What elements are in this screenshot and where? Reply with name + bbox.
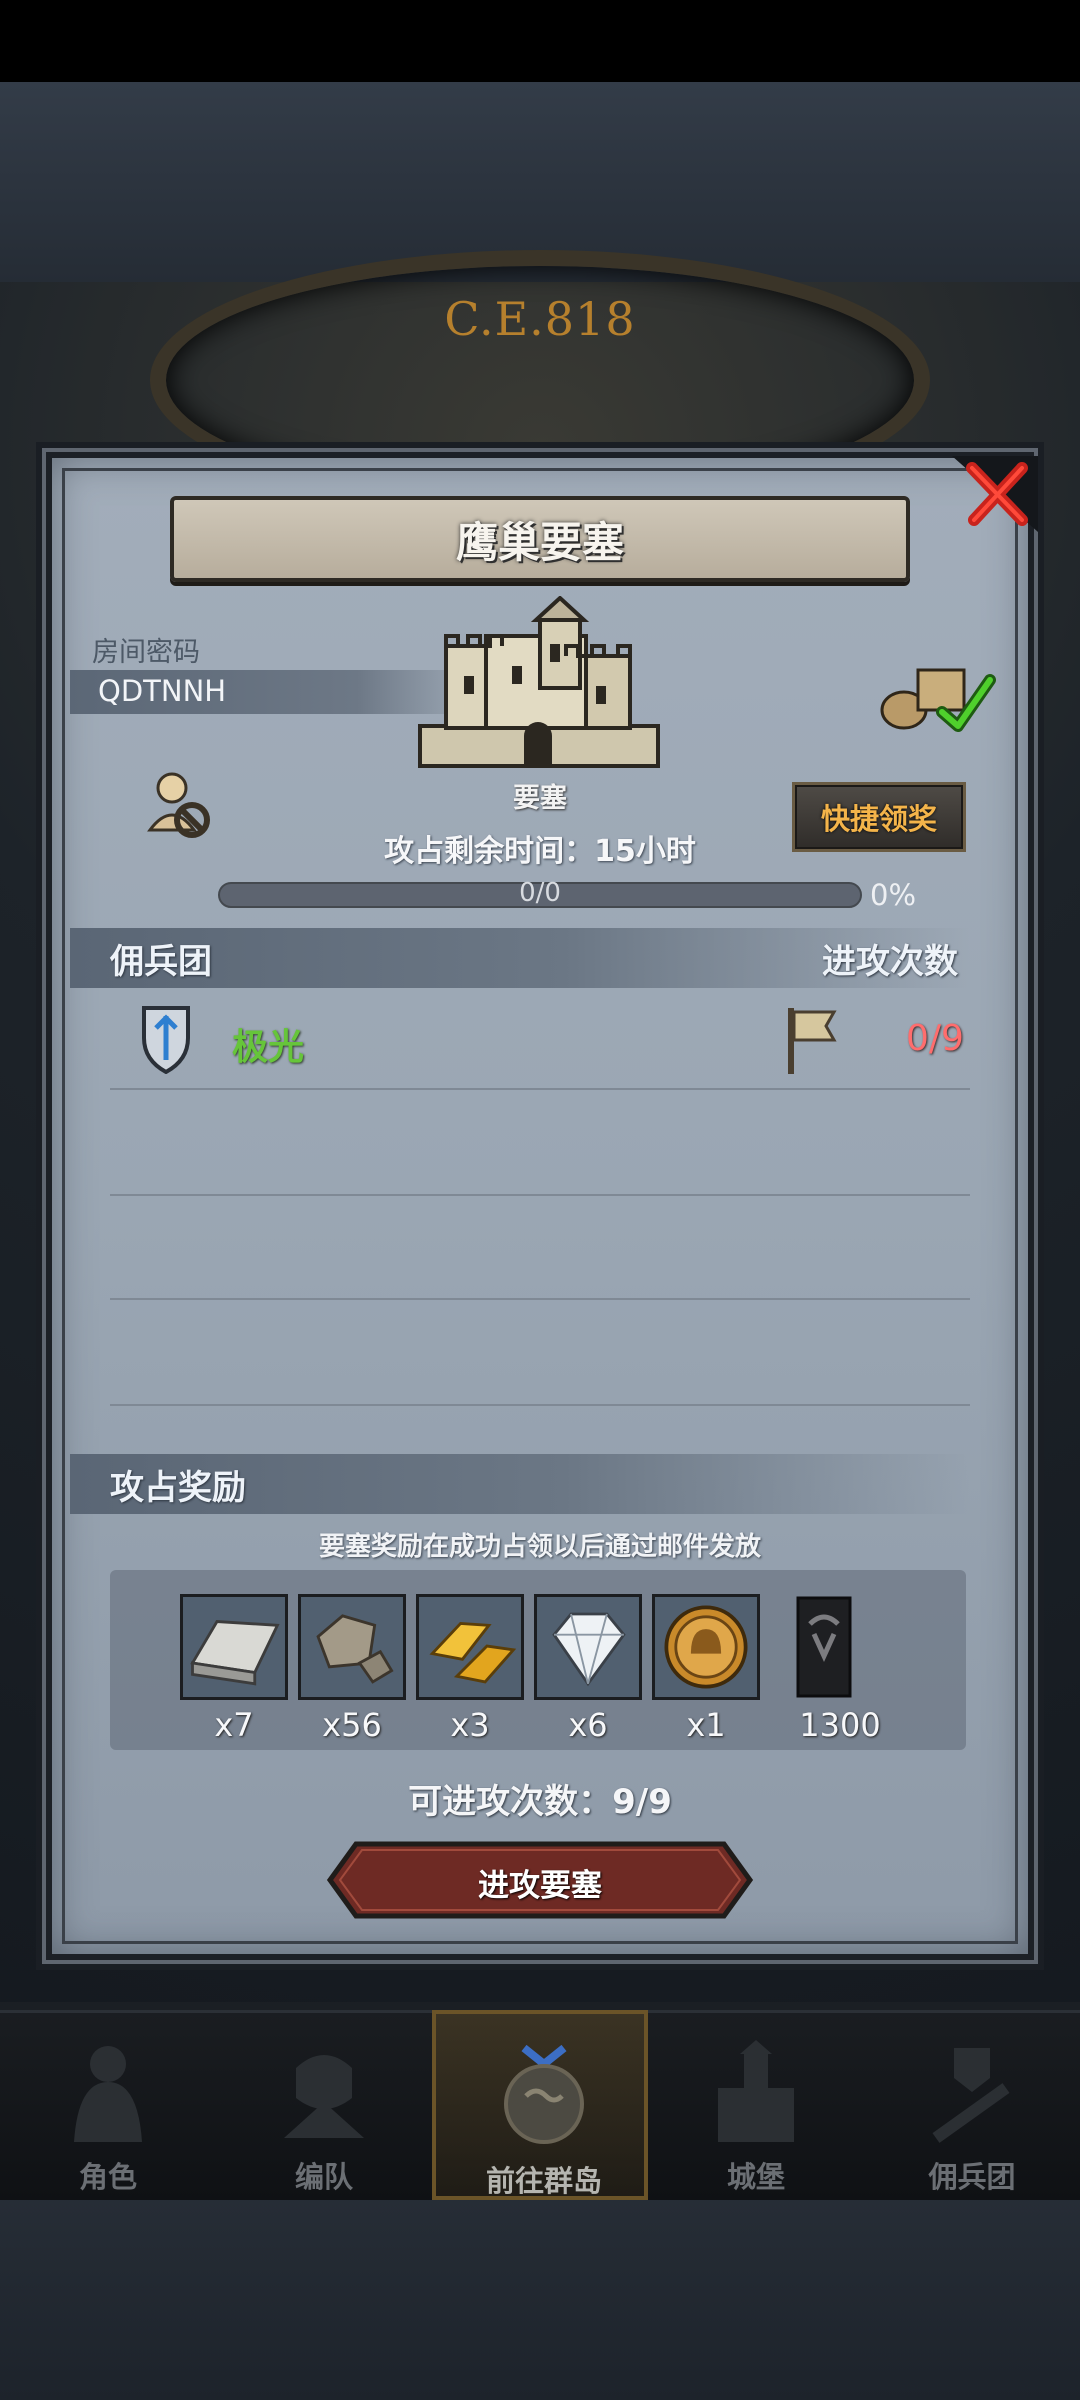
- reward-bag-check-icon[interactable]: [878, 662, 996, 732]
- nav-formation[interactable]: 编队: [216, 2010, 432, 2200]
- flag-icon: [788, 1008, 837, 1074]
- room-code[interactable]: QDTNNH: [98, 674, 226, 708]
- guild-shield-icon: [142, 1006, 190, 1074]
- bull-banner-icon[interactable]: [770, 1594, 878, 1700]
- nav-label: 角色: [78, 2160, 137, 2194]
- empty-row-divider: [110, 1404, 970, 1406]
- reward-qty: x1: [686, 1706, 726, 1744]
- capture-progress-percent: 0%: [870, 878, 917, 912]
- nav-label: 城堡: [726, 2160, 785, 2194]
- capture-progress-text: 0/0: [519, 878, 561, 908]
- fortress-icon[interactable]: [416, 596, 662, 770]
- reward-qty: x6: [568, 1706, 608, 1744]
- title-banner: 鹰巢要塞: [170, 496, 910, 582]
- diamond-icon[interactable]: [534, 1594, 642, 1700]
- attack-count-header: 进攻次数: [822, 942, 958, 982]
- capture-timer: 攻占剩余时间：15小时: [384, 834, 696, 869]
- attack-button-label: 进攻要塞: [478, 1868, 602, 1904]
- nav-character[interactable]: 角色: [0, 2010, 216, 2200]
- castle-icon: [718, 2040, 794, 2142]
- empty-row-divider: [110, 1298, 970, 1300]
- rewards-header: 攻占奖励: [110, 1468, 246, 1508]
- attack-fortress-button[interactable]: 进攻要塞: [326, 1840, 754, 1920]
- close-icon[interactable]: [952, 456, 1038, 532]
- status-bar: [0, 0, 1080, 82]
- character-icon: [74, 2046, 142, 2142]
- nav-castle[interactable]: 城堡: [648, 2010, 864, 2200]
- reward-qty: 1300: [799, 1706, 881, 1744]
- nav-label: 佣兵团: [928, 2160, 1016, 2194]
- reward-qty: x56: [322, 1706, 382, 1744]
- stone-ore-icon[interactable]: [298, 1594, 406, 1700]
- rewards-note: 要塞奖励在成功占领以后通过邮件发放: [318, 1532, 761, 1562]
- gold-bars-icon[interactable]: [416, 1594, 524, 1700]
- knight-medal-icon[interactable]: [652, 1594, 760, 1700]
- empty-row-divider: [110, 1194, 970, 1196]
- nav-islands[interactable]: 前往群岛: [432, 2010, 648, 2200]
- formation-icon: [284, 2055, 364, 2138]
- nav-label: 编队: [294, 2160, 353, 2194]
- nav-mercenary[interactable]: 佣兵团: [864, 2010, 1080, 2200]
- mercenary-header: 佣兵团: [110, 942, 212, 982]
- room-code-label: 房间密码: [92, 637, 200, 668]
- dialog-title: 鹰巢要塞: [455, 517, 624, 567]
- iron-ingot-icon[interactable]: [180, 1594, 288, 1700]
- era-label: C.E.818: [444, 292, 636, 346]
- reward-qty: x7: [214, 1706, 254, 1744]
- background-bottom: [0, 2200, 1080, 2400]
- reward-qty: x3: [450, 1706, 490, 1744]
- nav-label: 前往群岛: [485, 2164, 602, 2198]
- remaining-attacks: 可进攻次数：9/9: [408, 1782, 672, 1822]
- mercenary-icon: [932, 2048, 1010, 2143]
- islands-icon: [504, 2044, 584, 2144]
- mercenary-name: 极光: [232, 1027, 305, 1068]
- mercenary-attack-count: 0/9: [906, 1018, 964, 1059]
